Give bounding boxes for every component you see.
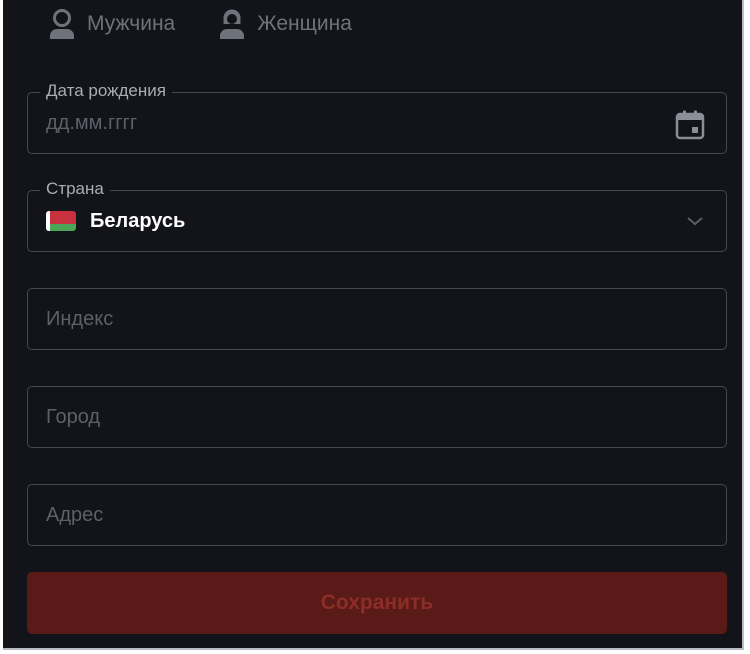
country-value: Беларусь xyxy=(46,191,185,251)
city-field xyxy=(27,386,727,448)
birth-date-field[interactable]: Дата рождения дд.мм.гггг xyxy=(27,80,727,154)
user-male-icon xyxy=(50,9,74,39)
user-female-icon xyxy=(220,9,245,39)
profile-form: Мужчина Женщина Дата рождения дд.мм.гггг… xyxy=(3,0,744,650)
address-field xyxy=(27,484,727,546)
address-input[interactable] xyxy=(28,485,726,545)
belarus-flag-icon xyxy=(46,211,76,231)
birth-date-placeholder: дд.мм.гггг xyxy=(46,111,138,134)
postal-code-input[interactable] xyxy=(28,289,726,349)
country-selected: Беларусь xyxy=(90,209,186,232)
birth-date-value: дд.мм.гггг xyxy=(46,93,137,153)
chevron-down-icon[interactable] xyxy=(686,215,704,227)
gender-option-male[interactable]: Мужчина xyxy=(47,8,175,40)
gender-selector: Мужчина Женщина xyxy=(47,6,352,42)
gender-male-label: Мужчина xyxy=(87,12,176,35)
gender-female-label: Женщина xyxy=(257,12,352,35)
save-button[interactable]: Сохранить xyxy=(27,572,727,634)
country-select[interactable]: Страна Беларусь xyxy=(27,178,727,252)
gender-option-female[interactable]: Женщина xyxy=(217,8,352,40)
city-input[interactable] xyxy=(28,387,726,447)
postal-code-field xyxy=(27,288,727,350)
calendar-icon[interactable] xyxy=(674,109,706,141)
